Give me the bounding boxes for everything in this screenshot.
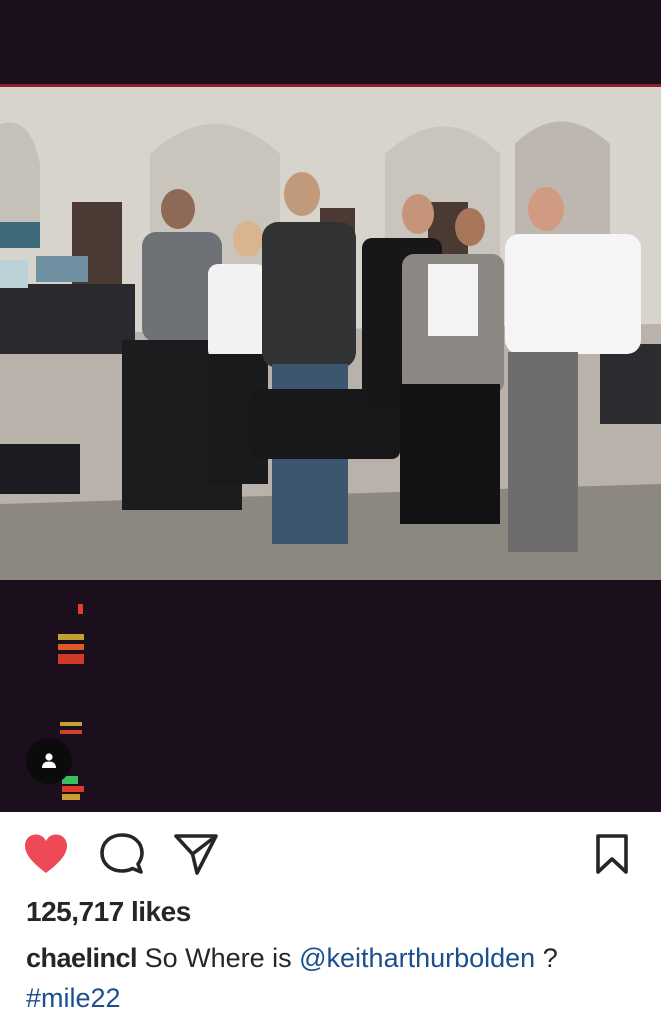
caption-mention[interactable]: @keitharthurbolden [299,943,535,973]
save-button[interactable] [588,830,636,878]
user-tag-icon [42,753,56,768]
comment-icon [100,833,144,874]
caption-hashtag[interactable]: #mile22 [26,983,121,1013]
comment-button[interactable] [98,830,146,878]
caption-text: So Where is [137,943,300,973]
likes-count[interactable]: 125,717 likes [26,896,191,928]
paper-plane-icon [174,834,218,875]
post-actions-bar [0,812,661,892]
post-media[interactable] [0,0,661,812]
caption-username[interactable]: chaelincl [26,943,138,973]
like-button[interactable] [22,830,70,878]
photo-illustration [0,84,661,580]
post-photo[interactable] [0,84,661,580]
vhs-red-line [0,84,661,87]
user-tag-button[interactable] [26,738,72,784]
heart-icon [25,834,67,873]
post-caption: chaelincl So Where is @keitharthurbolden… [26,938,646,1018]
share-button[interactable] [172,830,220,878]
bookmark-icon [596,834,628,874]
caption-text-end: ? [535,943,558,973]
